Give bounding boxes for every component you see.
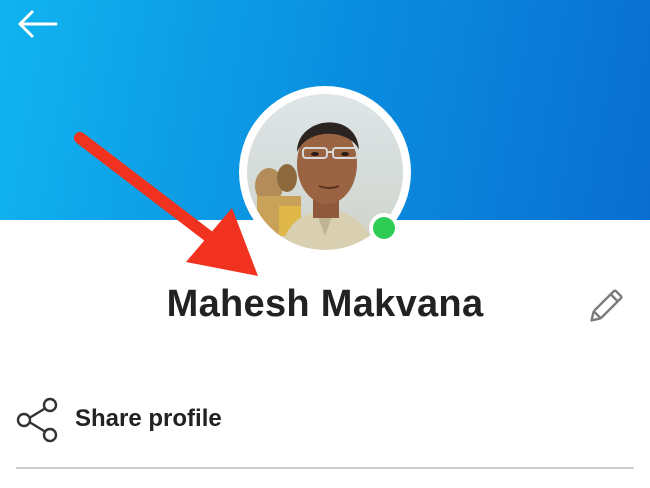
profile-name: Mahesh Makvana	[166, 283, 484, 325]
edit-name-button[interactable]	[584, 286, 626, 328]
share-profile-label: Share profile	[75, 405, 222, 432]
divider	[16, 467, 634, 469]
online-status-badge	[368, 212, 400, 244]
back-button[interactable]	[16, 8, 60, 40]
share-icon	[14, 396, 62, 444]
arrow-left-icon	[18, 10, 58, 38]
avatar-container[interactable]	[239, 86, 411, 258]
share-profile-row[interactable]: Share profile	[0, 392, 650, 446]
pencil-icon	[590, 289, 623, 322]
